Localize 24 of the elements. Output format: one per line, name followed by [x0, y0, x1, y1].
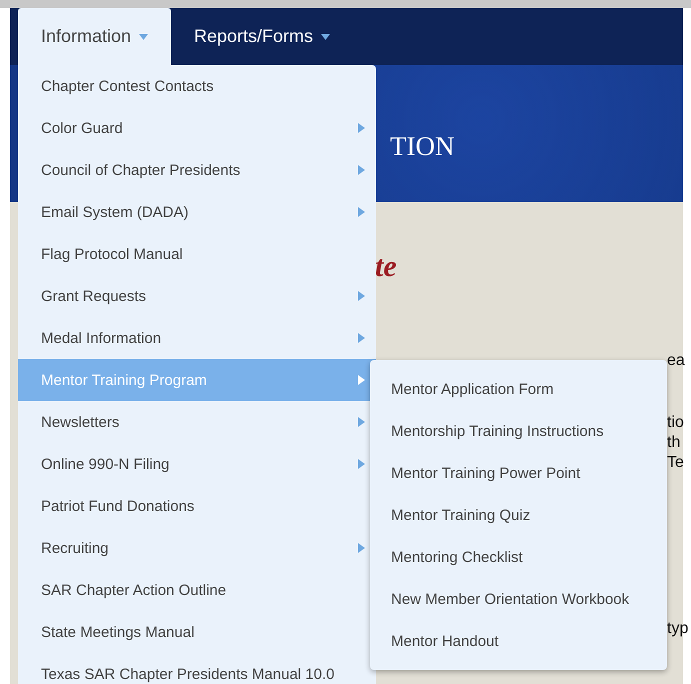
menu-item[interactable]: Council of Chapter Presidents [18, 149, 376, 191]
menu-item[interactable]: Color Guard [18, 107, 376, 149]
menu-item[interactable]: Grant Requests [18, 275, 376, 317]
nav-tab[interactable]: Reports/Forms [171, 8, 342, 65]
body-text: tio [667, 414, 684, 432]
body-text: Te [667, 454, 684, 472]
body-text: typ [667, 620, 688, 638]
nav-tab[interactable]: Information [18, 8, 171, 65]
menu-item[interactable]: Chapter Contest Contacts [18, 65, 376, 107]
body-text: th [667, 434, 680, 452]
submenu-item[interactable]: Mentor Handout [370, 620, 667, 662]
submenu-item[interactable]: Mentoring Checklist [370, 536, 667, 578]
submenu-item[interactable]: Mentor Training Quiz [370, 494, 667, 536]
caret-icon [139, 34, 148, 40]
menu-item[interactable]: Flag Protocol Manual [18, 233, 376, 275]
submenu-item[interactable]: Mentorship Training Instructions [370, 410, 667, 452]
menu-item[interactable]: Medal Information [18, 317, 376, 359]
menu-item[interactable]: Email System (DADA) [18, 191, 376, 233]
submenu-item[interactable]: New Member Orientation Workbook [370, 578, 667, 620]
body-text: ea [667, 352, 685, 370]
page-heading: te [375, 250, 397, 284]
caret-icon [321, 34, 330, 40]
submenu-item[interactable]: Mentor Training Power Point [370, 452, 667, 494]
header-title: TION [390, 131, 454, 162]
